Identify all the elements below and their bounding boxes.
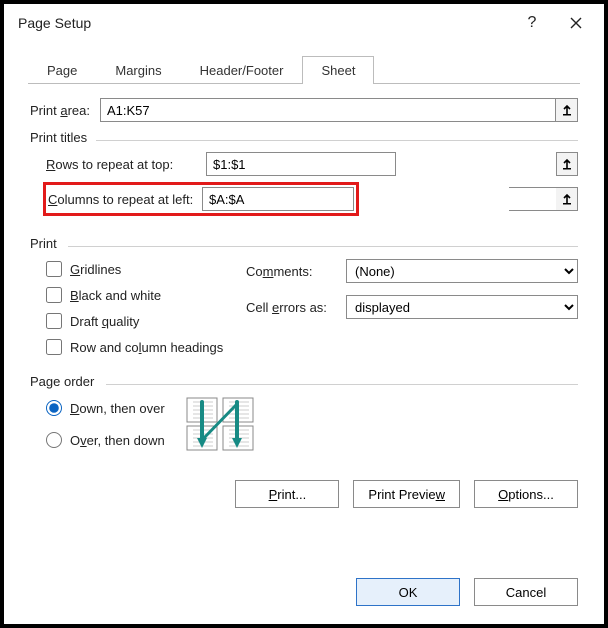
draft-quality-checkbox[interactable]: Draft quality [46,308,246,334]
page-order-group: Page order Down, then over Over, then do… [30,376,578,458]
cols-repeat-ref-button[interactable] [556,187,578,211]
page-order-graphic [185,396,257,452]
cell-errors-label: Cell errors as: [246,300,346,315]
rows-repeat-label: Rows to repeat at top: [46,157,206,172]
row-col-headings-checkbox[interactable]: Row and column headings [46,334,246,360]
print-area-input[interactable] [100,98,556,122]
dialog-footer: OK Cancel [4,562,604,624]
comments-row: Comments: (None) [246,256,578,286]
tab-page[interactable]: Page [28,56,96,84]
tab-header-footer[interactable]: Header/Footer [181,56,303,84]
collapse-icon [561,193,573,205]
options-button[interactable]: Options... [474,480,578,508]
print-area-ref-button[interactable] [556,98,578,122]
cols-repeat-label: Columns to repeat at left: [48,192,202,207]
print-preview-button[interactable]: Print Preview [353,480,460,508]
print-legend: Print [30,236,63,251]
print-titles-group: Print titles Rows to repeat at top: [30,132,578,228]
comments-label: Comments: [246,264,346,279]
comments-select[interactable]: (None) [346,259,578,283]
tab-sheet[interactable]: Sheet [302,56,374,84]
cols-repeat-row: Columns to repeat at left: [46,182,578,216]
page-setup-dialog: Page Setup ? Page Margins Header/Footer … [4,4,604,624]
collapse-icon [561,158,573,170]
page-order-legend: Page order [30,374,100,389]
cell-errors-select[interactable]: displayed [346,295,578,319]
black-white-checkbox[interactable]: Black and white [46,282,246,308]
rows-repeat-ref-button[interactable] [556,152,578,176]
titlebar: Page Setup ? [4,4,604,42]
close-icon [570,17,582,29]
cancel-button[interactable]: Cancel [474,578,578,606]
secondary-buttons: Print... Print Preview Options... [4,458,604,508]
down-then-over-radio[interactable]: Down, then over [46,397,165,419]
rows-repeat-input[interactable] [206,152,396,176]
close-button[interactable] [554,8,598,38]
cell-errors-row: Cell errors as: displayed [246,292,578,322]
print-button[interactable]: Print... [235,480,339,508]
highlight-box: Columns to repeat at left: [43,182,359,216]
collapse-icon [561,104,573,116]
help-button[interactable]: ? [510,8,554,38]
dialog-title: Page Setup [18,15,510,31]
over-then-down-radio[interactable]: Over, then down [46,429,165,451]
print-area-row: Print area: [30,98,578,122]
print-group: Print Gridlines Black and white Draft qu… [30,238,578,366]
rows-repeat-row: Rows to repeat at top: [46,152,578,176]
print-titles-legend: Print titles [30,130,93,145]
ok-button[interactable]: OK [356,578,460,606]
gridlines-checkbox[interactable]: Gridlines [46,256,246,282]
tab-row: Page Margins Header/Footer Sheet [4,56,604,84]
print-area-label: Print area: [30,103,90,118]
cols-repeat-input[interactable] [202,187,354,211]
tab-margins[interactable]: Margins [96,56,180,84]
